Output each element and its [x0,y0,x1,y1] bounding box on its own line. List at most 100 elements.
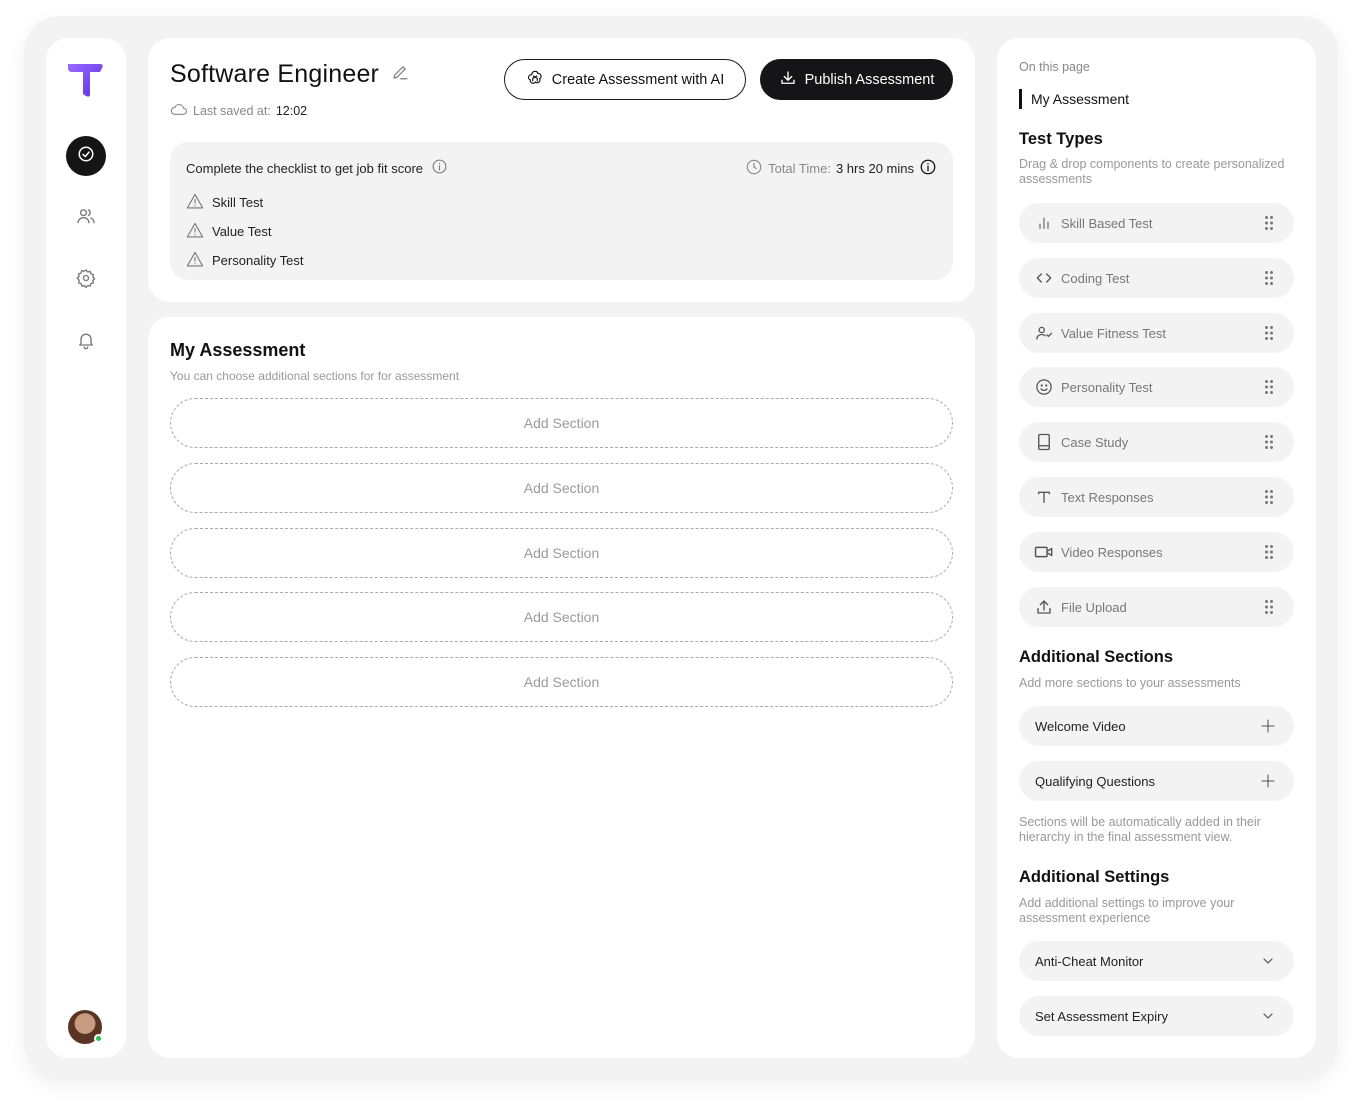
test-type-skill-based[interactable]: Skill Based Test [1019,203,1294,243]
chevron-down-icon [1260,953,1276,972]
checklist-heading: Complete the checklist to get job fit sc… [186,160,424,176]
add-section-dropzone[interactable]: Add Section [170,592,953,642]
add-section-dropzone[interactable]: Add Section [170,657,953,707]
info-icon[interactable] [431,158,448,178]
download-icon [779,69,797,91]
saved-time: 12:02 [275,103,308,118]
pill-label: Skill Based Test [1061,215,1153,231]
drag-handle-icon[interactable] [1264,270,1274,289]
pill-label: Value Fitness Test [1061,325,1167,341]
drag-handle-icon[interactable] [1264,215,1274,234]
users-icon [76,206,96,231]
section-subtitle: You can choose additional sections for f… [170,369,460,383]
checklist-item-label: Skill Test [212,195,264,210]
test-type-value-fitness[interactable]: Value Fitness Test [1019,313,1294,353]
pill-label: Coding Test [1061,270,1130,286]
add-qualifying-questions[interactable]: Qualifying Questions [1019,761,1294,801]
anti-cheat-monitor-dropdown[interactable]: Anti-Cheat Monitor [1019,941,1294,981]
list-item: Skill Test [186,188,304,217]
online-status-dot [94,1034,103,1043]
pill-label: Text Responses [1061,489,1154,505]
nav-notifications-button[interactable] [66,322,106,362]
checklist-item-label: Personality Test [212,253,304,268]
bell-icon [76,330,96,355]
code-icon [1034,270,1054,286]
cloud-icon [170,102,188,119]
test-type-coding[interactable]: Coding Test [1019,258,1294,298]
publish-label: Publish Assessment [804,71,935,88]
warning-icon [186,222,204,241]
warning-icon [186,193,204,212]
add-section-dropzone[interactable]: Add Section [170,528,953,578]
checklist-items: Skill Test Value Test Personality Test [186,188,304,275]
nav-users-button[interactable] [66,198,106,238]
drag-handle-icon[interactable] [1264,325,1274,344]
nav-settings-button[interactable] [66,260,106,300]
list-item: Personality Test [186,246,304,275]
assessment-header-card: Software Engineer Last saved at: 12:02 C… [148,38,975,302]
job-fit-checklist: Complete the checklist to get job fit sc… [170,142,953,280]
text-icon [1034,489,1054,505]
checklist-item-label: Value Test [212,224,272,239]
create-assessment-ai-button[interactable]: Create Assessment with AI [504,59,746,100]
page-anchor-my-assessment[interactable]: My Assessment [1019,89,1129,109]
sidebar [46,38,126,1058]
pill-label: Anti-Cheat Monitor [1035,953,1144,969]
chevron-down-icon [1260,1008,1276,1027]
on-this-page-label: On this page [1019,60,1090,74]
my-assessment-card: My Assessment You can choose additional … [148,317,975,1058]
create-ai-label: Create Assessment with AI [551,71,725,88]
additional-sections-title: Additional Sections [1019,648,1174,666]
pill-label: File Upload [1061,599,1127,615]
test-type-text-responses[interactable]: Text Responses [1019,477,1294,517]
additional-sections-note: Sections will be automatically added in … [1019,815,1261,844]
list-item: Value Test [186,217,304,246]
test-type-personality[interactable]: Personality Test [1019,367,1294,407]
pill-label: Personality Test [1061,379,1153,395]
additional-sections-description: Add more sections to your assessments [1019,676,1241,690]
nav-assessments-button[interactable] [66,136,106,176]
app-logo[interactable] [66,60,106,100]
check-circle-icon [77,145,95,168]
user-avatar[interactable] [68,1010,103,1044]
pill-label: Set Assessment Expiry [1035,1008,1168,1024]
drag-handle-icon[interactable] [1264,379,1274,398]
test-types-description: Drag & drop components to create persona… [1019,157,1285,186]
book-icon [1034,433,1054,451]
assessment-expiry-dropdown[interactable]: Set Assessment Expiry [1019,996,1294,1036]
plus-icon[interactable] [1260,718,1276,737]
test-type-video-responses[interactable]: Video Responses [1019,532,1294,572]
add-welcome-video[interactable]: Welcome Video [1019,706,1294,746]
test-type-file-upload[interactable]: File Upload [1019,587,1294,627]
drag-handle-icon[interactable] [1264,544,1274,563]
info-icon[interactable] [919,158,937,179]
upload-icon [1034,598,1054,616]
total-time-label: Total Time: [768,161,831,176]
right-panel: On this page My Assessment Test Types Dr… [997,38,1316,1058]
publish-assessment-button[interactable]: Publish Assessment [760,59,953,100]
section-title: My Assessment [170,340,306,360]
pill-label: Case Study [1061,434,1129,450]
total-time: Total Time: 3 hrs 20 mins [745,158,937,179]
gear-icon [76,268,96,293]
ai-sparkle-icon [526,69,544,91]
additional-settings-description: Add additional settings to improve your … [1019,896,1235,925]
bar-chart-icon [1034,215,1054,231]
pill-label: Welcome Video [1035,718,1126,734]
video-icon [1034,544,1054,560]
drag-handle-icon[interactable] [1264,489,1274,508]
user-check-icon [1034,324,1054,342]
warning-icon [186,251,204,270]
page-title: Software Engineer [170,60,380,88]
drag-handle-icon[interactable] [1264,599,1274,618]
drag-handle-icon[interactable] [1264,434,1274,453]
add-section-dropzone[interactable]: Add Section [170,398,953,448]
clock-icon [745,158,763,179]
plus-icon[interactable] [1260,773,1276,792]
test-type-case-study[interactable]: Case Study [1019,422,1294,462]
add-section-dropzone[interactable]: Add Section [170,463,953,513]
test-types-title: Test Types [1019,130,1103,148]
edit-pencil-icon[interactable] [391,63,409,86]
smile-icon [1034,378,1054,396]
pill-label: Video Responses [1061,544,1163,560]
